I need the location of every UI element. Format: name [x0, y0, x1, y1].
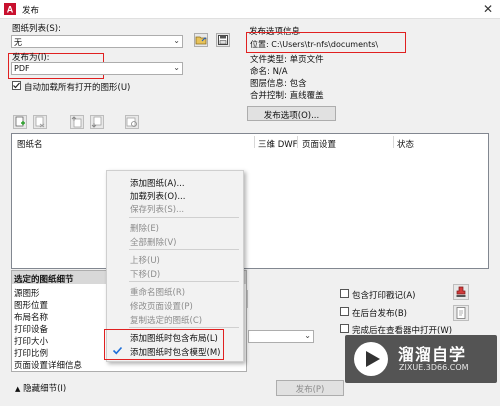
close-icon[interactable]: ✕	[480, 2, 496, 16]
menu-item-move-up[interactable]: 上移(U)	[130, 254, 160, 266]
chevron-down-icon: ⌄	[173, 63, 180, 72]
viewer-settings-button[interactable]	[453, 305, 469, 321]
location-text: 位置: C:\Users\tr-nfs\documents\	[250, 40, 379, 49]
detail-row: 图形位置	[14, 301, 49, 311]
sheet-list-value: 无	[14, 38, 22, 47]
stamp-icon	[456, 286, 466, 297]
watermark-brand-en: ZIXUE.3D66.COM	[399, 363, 469, 372]
column-sheet-name[interactable]: 图纸名	[17, 138, 43, 150]
chevron-down-icon: ⌄	[173, 36, 180, 45]
group-divider	[247, 290, 248, 308]
publish-options-label: 发布选项(O)...	[263, 111, 320, 121]
menu-item-change-page-setup[interactable]: 修改页面设置(P)	[130, 300, 193, 312]
menu-separator	[129, 249, 239, 250]
publish-background-checkbox[interactable]	[340, 307, 349, 316]
menu-item-load-list[interactable]: 加载列表(O)...	[130, 190, 185, 202]
detail-row: 打印设备	[14, 325, 49, 335]
preview-button[interactable]	[125, 115, 139, 129]
details-header: 选定的图纸细节	[14, 275, 74, 285]
move-up-icon	[71, 116, 82, 128]
hide-details-toggle[interactable]: ▲ 隐藏细节(I)	[15, 382, 66, 394]
open-viewer-checkbox[interactable]	[340, 324, 349, 333]
remove-sheets-button[interactable]	[33, 115, 47, 129]
sheet-table[interactable]	[11, 133, 489, 269]
hide-details-label: 隐藏细节(I)	[23, 384, 67, 394]
include-stamp-label: 包含打印戳记(A)	[352, 291, 416, 301]
title-bar: A 发布 ✕	[0, 0, 500, 19]
column-status[interactable]: 状态	[397, 138, 414, 150]
menu-separator	[129, 217, 239, 218]
file-type-text: 文件类型: 单页文件	[250, 55, 324, 65]
menu-item-copy-selected[interactable]: 复制选定的图纸(C)	[130, 314, 202, 326]
menu-separator	[129, 327, 239, 328]
stamp-settings-button[interactable]	[453, 284, 469, 300]
auto-load-label: 自动加载所有打开的图形(U)	[24, 83, 131, 93]
load-sheet-list-button[interactable]	[194, 33, 208, 47]
sheet-list-dropdown[interactable]: 无 ⌄	[11, 35, 183, 48]
publish-background-label: 在后台发布(B)	[352, 309, 407, 319]
menu-separator	[129, 281, 239, 282]
svg-text:A: A	[7, 5, 14, 15]
publish-button[interactable]: 发布(P)	[276, 380, 344, 396]
hidden-dropdown[interactable]: ⌄	[248, 330, 314, 343]
detail-row: 打印比例	[14, 349, 49, 359]
autocad-app-icon: A	[4, 3, 16, 15]
include-stamp-checkbox[interactable]	[340, 289, 349, 298]
checkmark-icon	[13, 82, 20, 89]
move-down-icon	[91, 116, 102, 128]
sheet-list-label: 图纸列表(S):	[12, 24, 61, 34]
publish-options-button[interactable]: 发布选项(O)...	[247, 106, 336, 121]
menu-item-rename-sheet[interactable]: 重命名图纸(R)	[130, 286, 185, 298]
menu-item-delete-all[interactable]: 全部删除(V)	[130, 236, 176, 248]
menu-item-save-list[interactable]: 保存列表(S)...	[130, 203, 184, 215]
add-sheet-icon	[15, 116, 25, 127]
publish-button-label: 发布(P)	[295, 385, 325, 395]
merge-control-text: 合并控制: 直线覆盖	[250, 91, 324, 101]
menu-item-move-down[interactable]: 下移(D)	[130, 268, 160, 280]
watermark-brand-cn: 溜溜自学	[398, 345, 467, 364]
window-title: 发布	[22, 6, 40, 16]
save-sheet-list-button[interactable]	[216, 33, 230, 47]
move-up-button[interactable]	[70, 115, 84, 129]
move-down-button[interactable]	[90, 115, 104, 129]
column-divider	[254, 136, 255, 148]
auto-load-checkbox[interactable]	[12, 81, 21, 90]
detail-row: 源图形	[14, 289, 40, 299]
folder-icon	[195, 36, 207, 45]
publish-to-value: PDF	[14, 64, 30, 73]
collapse-arrow-icon: ▲	[15, 385, 21, 393]
detail-row: 布局名称	[14, 313, 49, 323]
column-divider	[393, 136, 394, 148]
detail-row: 打印大小	[14, 337, 49, 347]
column-divider	[297, 136, 298, 148]
naming-text: 命名: N/A	[250, 67, 288, 77]
preview-icon	[126, 117, 137, 127]
column-page-setup[interactable]: 页面设置	[302, 138, 336, 150]
watermark-logo-icon	[354, 342, 388, 376]
column-3d-dwf[interactable]: 三维 DWF	[258, 138, 298, 150]
menu-item-delete[interactable]: 删除(E)	[130, 222, 159, 234]
add-sheets-button[interactable]	[13, 115, 27, 129]
menu-item-add-sheets[interactable]: 添加图纸(A)...	[130, 177, 185, 189]
remove-sheet-icon	[35, 116, 45, 128]
save-icon	[218, 35, 228, 45]
chevron-down-icon: ⌄	[304, 331, 311, 340]
document-icon	[456, 307, 466, 319]
publish-to-dropdown[interactable]: PDF ⌄	[11, 62, 183, 75]
layer-info-text: 图层信息: 包含	[250, 79, 307, 89]
detail-row: 页面设置详细信息	[14, 361, 83, 371]
layout-model-highlight	[104, 329, 224, 360]
